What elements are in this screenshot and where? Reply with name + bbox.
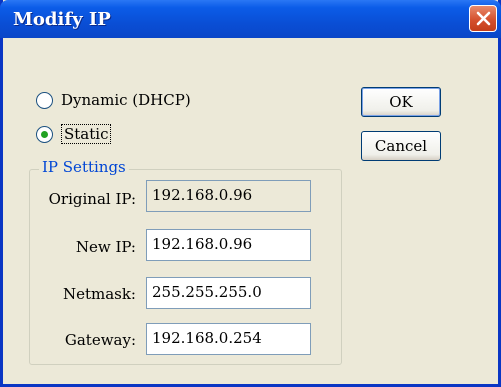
ip-settings-legend: IP Settings <box>39 158 129 176</box>
radio-dhcp-label: Dynamic (DHCP) <box>61 91 191 109</box>
radio-static[interactable]: Static <box>36 124 112 144</box>
radio-dhcp[interactable]: Dynamic (DHCP) <box>36 91 191 109</box>
close-icon <box>476 11 491 26</box>
radio-button-dhcp[interactable] <box>36 91 53 109</box>
cancel-button[interactable]: Cancel <box>361 131 441 161</box>
gateway-label: Gateway: <box>64 331 136 349</box>
original-ip-field: 192.168.0.96 <box>146 180 311 212</box>
new-ip-input[interactable]: 192.168.0.96 <box>146 229 311 261</box>
radio-selected-dot <box>41 130 48 138</box>
radio-button-static[interactable] <box>36 125 53 143</box>
ok-button[interactable]: OK <box>361 87 441 117</box>
netmask-label: Netmask: <box>62 285 136 303</box>
netmask-input[interactable]: 255.255.255.0 <box>146 277 311 309</box>
close-button[interactable] <box>469 5 497 32</box>
new-ip-label: New IP: <box>75 238 136 256</box>
window-title: Modify IP <box>13 9 111 30</box>
original-ip-label: Original IP: <box>48 190 136 208</box>
radio-static-label: Static <box>61 124 112 144</box>
gateway-input[interactable]: 192.168.0.254 <box>146 323 311 355</box>
title-bar[interactable]: Modify IP <box>0 0 501 38</box>
